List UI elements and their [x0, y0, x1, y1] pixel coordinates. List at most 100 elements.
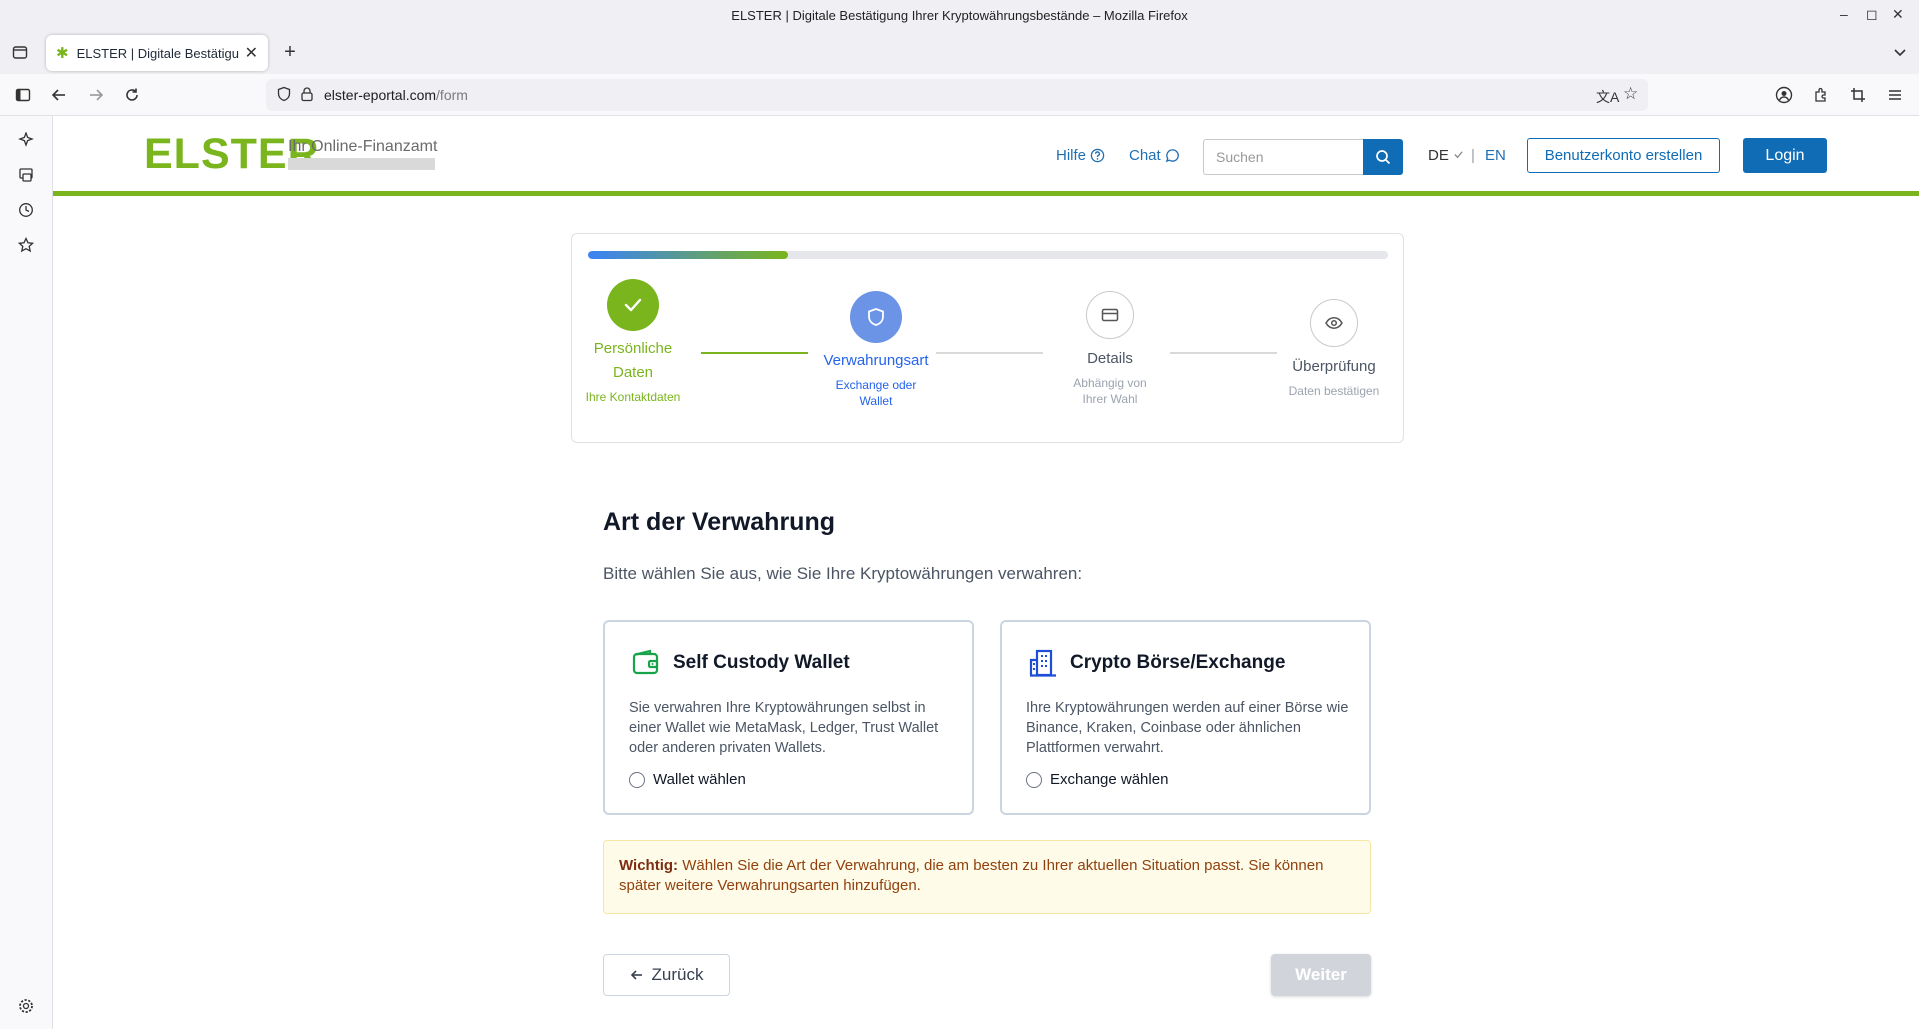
- option-card-exchange[interactable]: Crypto Börse/Exchange Ihre Kryptowährung…: [1000, 620, 1371, 815]
- search-input[interactable]: [1203, 139, 1363, 175]
- step-done-circle: [607, 279, 659, 331]
- progress-bar: [588, 251, 1388, 259]
- step-review: Überprüfung Daten bestätigen: [1278, 299, 1390, 399]
- progress-bar-fill: [588, 251, 788, 259]
- step-connector-3: [1170, 352, 1277, 354]
- login-button[interactable]: Login: [1743, 138, 1827, 173]
- question-circle-icon: [1090, 148, 1105, 163]
- step-title: Verwahrungsart: [823, 352, 929, 369]
- option-header: Crypto Börse/Exchange: [1028, 648, 1285, 678]
- extensions-icon[interactable]: [1809, 83, 1833, 107]
- language-de[interactable]: DE: [1428, 147, 1464, 164]
- radio-button[interactable]: [1026, 771, 1042, 788]
- sidebar-toggle-icon[interactable]: [11, 83, 35, 107]
- radio-label: Exchange wählen: [1050, 771, 1169, 788]
- lock-icon[interactable]: [300, 86, 314, 105]
- step-pending-circle: [1086, 291, 1134, 339]
- tab-list-chevron-icon[interactable]: [1888, 40, 1912, 64]
- step-connector-1: [701, 352, 808, 354]
- step-desc: Daten bestätigen: [1288, 384, 1380, 398]
- arrow-left-icon: [630, 970, 642, 980]
- step-desc: Ihre Kontaktdaten: [585, 390, 681, 404]
- screenshot-crop-icon[interactable]: [1846, 83, 1870, 107]
- history-clock-icon[interactable]: [14, 198, 38, 222]
- note-text: Wählen Sie die Art der Verwahrung, die a…: [619, 857, 1324, 894]
- step-pending-circle: [1310, 299, 1358, 347]
- reload-icon[interactable]: [120, 83, 144, 107]
- check-icon: [1454, 151, 1463, 159]
- ai-sparkle-icon[interactable]: [14, 128, 38, 152]
- option-description: Ihre Kryptowährungen werden auf einer Bö…: [1026, 700, 1349, 756]
- language-separator: |: [1471, 147, 1475, 164]
- web-page: ELSTER Ihr Online-Finanzamt Hilfe Chat D…: [53, 116, 1919, 1029]
- help-link[interactable]: Hilfe: [1056, 147, 1105, 164]
- wallet-radio[interactable]: Wallet wählen: [629, 771, 746, 788]
- shield-icon: [868, 308, 884, 326]
- exchange-radio[interactable]: Exchange wählen: [1026, 771, 1168, 788]
- building-icon: [1029, 649, 1056, 677]
- step-details: Details Abhängig von Ihrer Wahl: [1050, 291, 1170, 407]
- step-custody-type: Verwahrungsart Exchange oder Wallet: [816, 291, 936, 409]
- close-window-icon[interactable]: ✕: [1892, 6, 1904, 23]
- navigation-toolbar: elster-eportal.com/form 文A ☆: [0, 74, 1919, 116]
- bookmarks-star-icon[interactable]: [14, 233, 38, 257]
- maximize-icon[interactable]: ◻: [1866, 6, 1878, 23]
- back-button[interactable]: Zurück: [603, 954, 730, 996]
- bookmark-star-icon[interactable]: ☆: [1623, 84, 1638, 104]
- option-title: Self Custody Wallet: [673, 652, 850, 673]
- note-label: Wichtig:: [619, 857, 679, 874]
- forward-arrow-icon[interactable]: [84, 83, 108, 107]
- url-text[interactable]: elster-eportal.com/form: [324, 87, 468, 103]
- tab-overview-icon[interactable]: [8, 40, 32, 64]
- section-title: Art der Verwahrung: [603, 508, 835, 536]
- search-icon: [1376, 150, 1391, 165]
- back-arrow-icon[interactable]: [47, 83, 71, 107]
- option-description: Sie verwahren Ihre Kryptowährungen selbs…: [629, 700, 939, 756]
- tab-elster[interactable]: ✱ ELSTER | Digitale Bestätigung Ihrer Kr…: [46, 35, 268, 71]
- next-button[interactable]: Weiter: [1271, 954, 1371, 996]
- back-label: Zurück: [651, 965, 704, 984]
- option-header: Self Custody Wallet: [631, 648, 850, 678]
- card-icon: [1101, 308, 1119, 322]
- step-personal-data: Persönliche Daten Ihre Kontaktdaten: [584, 279, 682, 405]
- tab-bar: ✱ ELSTER | Digitale Bestätigung Ihrer Kr…: [0, 30, 1919, 74]
- step-title: Persönliche Daten: [593, 340, 673, 381]
- chat-link[interactable]: Chat: [1129, 147, 1180, 164]
- step-desc: Exchange oder Wallet: [835, 378, 917, 408]
- browser-sidebar: [0, 116, 53, 1029]
- account-icon[interactable]: [1772, 83, 1796, 107]
- url-bar[interactable]: elster-eportal.com/form 文A ☆: [266, 79, 1648, 111]
- step-active-circle: [850, 291, 902, 343]
- window-titlebar: ELSTER | Digitale Bestätigung Ihrer Kryp…: [0, 0, 1919, 30]
- step-title: Details: [1087, 350, 1133, 367]
- important-note: Wichtig: Wählen Sie die Art der Verwahru…: [603, 840, 1371, 914]
- menu-hamburger-icon[interactable]: [1883, 83, 1907, 107]
- new-tab-icon[interactable]: +: [278, 40, 302, 64]
- translate-icon[interactable]: 文A: [1596, 87, 1619, 107]
- wallet-icon: [632, 649, 659, 675]
- site-header: ELSTER Ihr Online-Finanzamt Hilfe Chat D…: [53, 116, 1919, 196]
- section-intro: Bitte wählen Sie aus, wie Sie Ihre Krypt…: [603, 564, 1083, 583]
- checkmark-icon: [624, 298, 642, 312]
- minimize-icon[interactable]: –: [1840, 6, 1848, 22]
- logo-underline-bar: [288, 158, 435, 170]
- close-tab-icon[interactable]: ✕: [245, 43, 258, 63]
- option-title: Crypto Börse/Exchange: [1070, 652, 1286, 673]
- language-en[interactable]: EN: [1485, 147, 1506, 164]
- create-account-button[interactable]: Benutzerkonto erstellen: [1527, 138, 1720, 173]
- settings-gear-icon[interactable]: [14, 994, 38, 1018]
- progress-card: Persönliche Daten Ihre Kontaktdaten Verw…: [571, 233, 1404, 443]
- step-connector-2: [936, 352, 1043, 354]
- radio-button[interactable]: [629, 771, 645, 788]
- tab-label: ELSTER | Digitale Bestätigung Ihrer Kryp…: [76, 45, 239, 61]
- help-label: Hilfe: [1056, 147, 1087, 164]
- chat-bubble-icon: [1165, 149, 1179, 163]
- shield-icon[interactable]: [276, 86, 292, 105]
- search-button[interactable]: [1363, 139, 1403, 175]
- option-card-wallet[interactable]: Self Custody Wallet Sie verwahren Ihre K…: [603, 620, 974, 815]
- eye-icon: [1325, 317, 1343, 329]
- elster-favicon-icon: ✱: [56, 45, 69, 62]
- step-desc: Abhängig von Ihrer Wahl: [1073, 376, 1147, 406]
- synced-tabs-icon[interactable]: [14, 163, 38, 187]
- step-title: Überprüfung: [1292, 358, 1376, 375]
